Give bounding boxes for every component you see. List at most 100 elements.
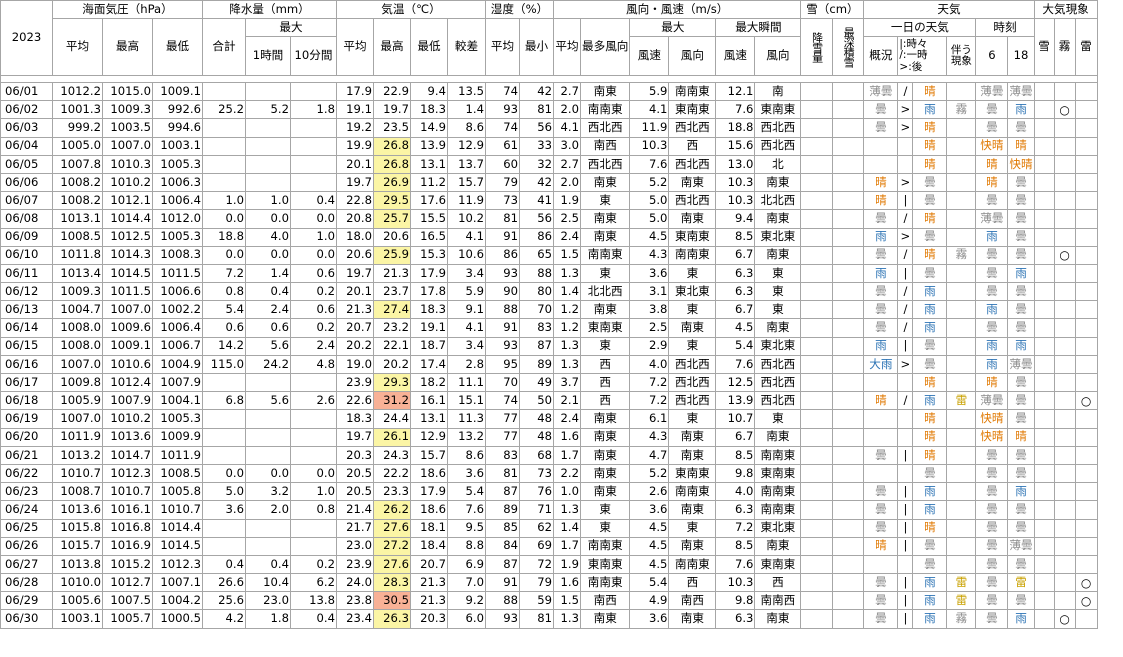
cell-snowdepth bbox=[832, 518, 865, 538]
cell-wind-most-dir: 南東 bbox=[579, 209, 631, 229]
cell-temp-high: 24.4 bbox=[373, 409, 411, 429]
cell-weather-b: 晴 bbox=[912, 445, 948, 465]
cell-phenom-snow bbox=[1033, 427, 1055, 447]
cell-wind-avg: 4.1 bbox=[553, 118, 581, 138]
cell-phenom-snow bbox=[1033, 591, 1055, 611]
cell-pressure-high: 1016.8 bbox=[102, 518, 153, 538]
cell-weather-accomp bbox=[946, 554, 977, 575]
cell-weather-18: 曇 bbox=[1007, 445, 1035, 465]
cell-wind-gust-dir: 南東 bbox=[754, 318, 802, 338]
cell-wind-max-dir: 南南東 bbox=[668, 245, 717, 265]
cell-phenom-snow bbox=[1033, 500, 1055, 520]
cell-humidity-min: 89 bbox=[519, 354, 554, 375]
table-row: 06/15 1008.0 1009.1 1006.7 14.2 5.6 2.4 20.2 22.… bbox=[0, 336, 1098, 356]
cell-temp-high: 26.1 bbox=[373, 427, 411, 447]
cell-wind-max-dir: 西北西 bbox=[668, 154, 717, 174]
table-row: 06/07 1008.2 1012.1 1006.4 1.0 1.0 0.4 22.8 29.5… bbox=[0, 191, 1098, 211]
cell-pressure-high: 1014.4 bbox=[102, 209, 153, 229]
phenom-fog-header: 霧 bbox=[1053, 18, 1076, 76]
cell-wind-avg: 1.4 bbox=[553, 282, 581, 302]
cell-humidity-avg: 90 bbox=[485, 282, 520, 302]
cell-snowdepth bbox=[832, 227, 865, 247]
cell-weather-sym bbox=[897, 427, 914, 447]
cell-phenom-snow bbox=[1033, 282, 1055, 302]
cell-weather-a: 曇 bbox=[863, 318, 899, 338]
cell-weather-a: 雨 bbox=[863, 263, 899, 284]
cell-humidity-avg: 77 bbox=[485, 427, 520, 447]
cell-wind-gust-dir: 西 bbox=[754, 573, 802, 593]
cell-pressure-avg: 1010.7 bbox=[52, 463, 103, 484]
cell-weather-18: 曇 bbox=[1007, 245, 1035, 265]
cell-temp-range: 11.9 bbox=[447, 191, 486, 211]
cell-weather-accomp bbox=[946, 354, 977, 375]
table-row: 06/11 1013.4 1014.5 1011.5 7.2 1.4 0.6 19.7 21.3… bbox=[0, 263, 1098, 284]
cell-pressure-avg: 1007.0 bbox=[52, 354, 103, 375]
cell-snowfall bbox=[800, 118, 834, 138]
cell-weather-sym: | bbox=[897, 573, 914, 593]
cell-pressure-high: 1010.2 bbox=[102, 409, 153, 429]
cell-weather-6: 曇 bbox=[975, 554, 1009, 575]
cell-precip-10m: 0.8 bbox=[290, 500, 337, 520]
cell-phenom-fog bbox=[1053, 227, 1076, 247]
cell-weather-accomp bbox=[946, 463, 977, 484]
cell-date: 06/15 bbox=[0, 336, 53, 356]
cell-precip-total bbox=[202, 81, 246, 102]
cell-wind-max-dir: 南南東 bbox=[668, 482, 717, 502]
cell-temp-avg: 19.0 bbox=[336, 354, 374, 375]
cell-wind-avg: 3.0 bbox=[553, 136, 581, 156]
cell-temp-high: 22.1 bbox=[373, 336, 411, 356]
cell-snowdepth bbox=[832, 573, 865, 593]
cell-wind-most-dir: 北北西 bbox=[579, 282, 631, 302]
cell-weather-a: 雨 bbox=[863, 227, 899, 247]
cell-humidity-avg: 79 bbox=[485, 172, 520, 193]
cell-temp-range: 13.7 bbox=[447, 154, 486, 174]
cell-snowdepth bbox=[832, 282, 865, 302]
cell-wind-gust-speed: 9.8 bbox=[715, 463, 756, 484]
cell-pressure-high: 1011.5 bbox=[102, 282, 153, 302]
cell-weather-b: 曇 bbox=[912, 227, 948, 247]
cell-snowdepth bbox=[832, 354, 865, 375]
cell-phenom-thunder bbox=[1074, 118, 1098, 138]
cell-weather-a: 晴 bbox=[863, 191, 899, 211]
cell-snowfall bbox=[800, 282, 834, 302]
cell-humidity-min: 48 bbox=[519, 427, 554, 447]
cell-temp-low: 9.4 bbox=[410, 81, 448, 102]
cell-wind-max-dir: 東南東 bbox=[668, 463, 717, 484]
cell-phenom-snow bbox=[1033, 136, 1055, 156]
cell-pressure-high: 1014.5 bbox=[102, 263, 153, 284]
cell-weather-6: 晴 bbox=[975, 154, 1009, 174]
cell-temp-high: 26.8 bbox=[373, 154, 411, 174]
cell-temp-range: 5.4 bbox=[447, 482, 486, 502]
cell-snowfall bbox=[800, 172, 834, 193]
cell-phenom-snow bbox=[1033, 554, 1055, 575]
cell-snowdepth bbox=[832, 536, 865, 556]
cell-pressure-high: 1012.7 bbox=[102, 573, 153, 593]
cell-humidity-avg: 70 bbox=[485, 372, 520, 393]
cell-date: 06/22 bbox=[0, 463, 53, 484]
cell-wind-max-speed: 6.1 bbox=[629, 409, 670, 429]
cell-snowdepth bbox=[832, 136, 865, 156]
cell-phenom-fog bbox=[1053, 336, 1076, 356]
cell-pressure-avg: 1013.8 bbox=[52, 554, 103, 575]
cell-snowfall bbox=[800, 354, 834, 375]
cell-precip-total: 7.2 bbox=[202, 263, 246, 284]
cell-wind-gust-dir: 南東 bbox=[754, 536, 802, 556]
cell-weather-18: 曇 bbox=[1007, 591, 1035, 611]
cell-phenom-fog bbox=[1053, 118, 1076, 138]
cell-snowdepth bbox=[832, 500, 865, 520]
cell-date: 06/11 bbox=[0, 263, 53, 284]
table-row: 06/25 1015.8 1016.8 1014.4 21.7 27.6 18.1 9.5 85… bbox=[0, 518, 1098, 538]
cell-weather-b: 雨 bbox=[912, 609, 948, 629]
cell-weather-6: 曇 bbox=[975, 609, 1009, 629]
cell-date: 06/14 bbox=[0, 318, 53, 338]
table-row: 06/23 1008.7 1010.7 1005.8 5.0 3.2 1.0 20.5 23.3… bbox=[0, 482, 1098, 502]
cell-humidity-min: 56 bbox=[519, 118, 554, 138]
cell-pressure-low: 994.6 bbox=[152, 118, 203, 138]
cell-phenom-thunder bbox=[1074, 318, 1098, 338]
cell-weather-b: 雨 bbox=[912, 100, 948, 120]
cell-pressure-high: 1007.5 bbox=[102, 591, 153, 611]
cell-wind-max-dir: 南東 bbox=[668, 445, 717, 465]
cell-pressure-high: 1003.5 bbox=[102, 118, 153, 138]
table-row: 06/29 1005.6 1007.5 1004.2 25.6 23.0 13.8 23.8 3… bbox=[0, 591, 1098, 611]
cell-snowfall bbox=[800, 445, 834, 465]
